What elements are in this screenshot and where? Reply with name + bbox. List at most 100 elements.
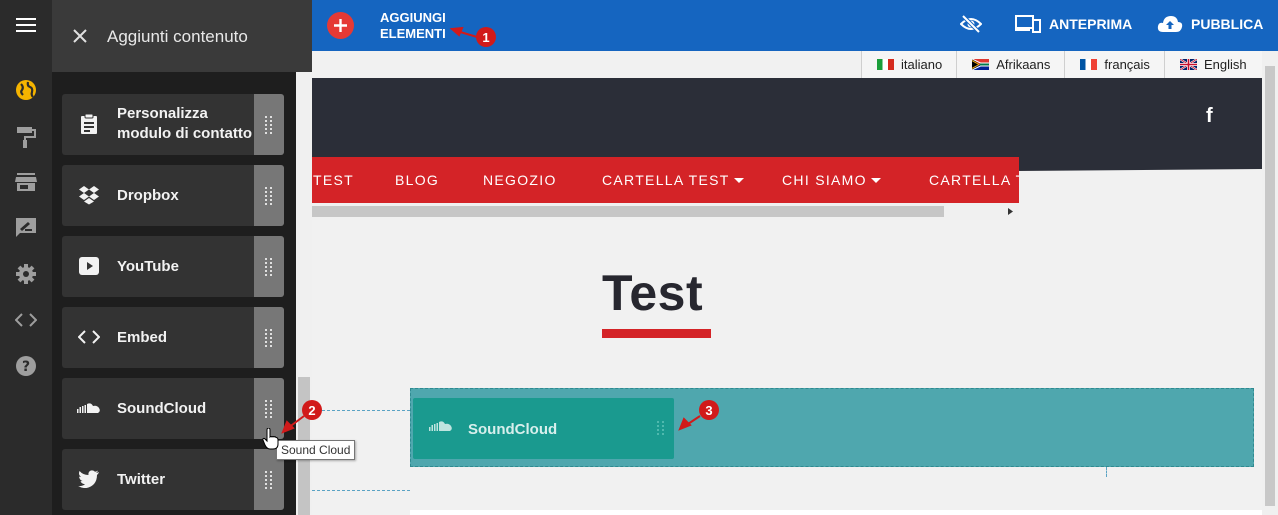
youtube-icon <box>77 254 101 278</box>
nav-item-blog[interactable]: BLOG <box>395 172 439 188</box>
lang-label: italiano <box>901 57 943 72</box>
lang-francais[interactable]: français <box>1064 51 1164 78</box>
publish-button[interactable]: PUBBLICA <box>1157 15 1263 33</box>
widget-label-line2: modulo di contatto <box>117 125 252 142</box>
twitter-icon <box>77 467 101 491</box>
nav-label: CHI SIAMO <box>782 172 867 188</box>
lang-italiano[interactable]: italiano <box>861 51 957 78</box>
store-icon[interactable] <box>14 170 38 194</box>
feedback-icon[interactable] <box>14 216 38 240</box>
close-icon[interactable] <box>68 24 92 48</box>
code-icon[interactable] <box>14 308 38 332</box>
paint-roller-icon[interactable] <box>14 125 38 149</box>
arrow-right-icon <box>1008 208 1013 215</box>
widget-label-line1: Personalizza <box>117 105 208 122</box>
grip-icon <box>265 399 272 418</box>
dropped-soundcloud-widget[interactable]: SoundCloud <box>413 398 674 459</box>
lang-afrikaans[interactable]: Afrikaans <box>956 51 1065 78</box>
widget-dropbox[interactable]: Dropbox <box>62 165 284 226</box>
grip-icon <box>657 421 664 435</box>
flag-gb-icon <box>1179 59 1197 70</box>
clipboard-icon <box>77 112 101 136</box>
language-bar: italiano Afrikaans français English <box>861 51 1264 78</box>
icon-rail: ? <box>0 0 52 515</box>
publish-label: PUBBLICA <box>1191 16 1264 32</box>
guide-line <box>1106 467 1107 477</box>
scrollbar-thumb[interactable] <box>1265 66 1275 506</box>
page-scrollbar[interactable] <box>1262 51 1278 515</box>
caret-down-icon <box>870 178 881 184</box>
grip-icon <box>265 115 272 134</box>
cloud-upload-icon <box>1157 16 1183 32</box>
nav-item-negozio[interactable]: NEGOZIO <box>483 172 557 188</box>
lang-label: English <box>1203 57 1247 72</box>
nav-item-chi-siamo[interactable]: CHI SIAMO <box>782 172 881 188</box>
grip-icon <box>265 470 272 489</box>
annotation-badge-3: 3 <box>699 400 719 420</box>
flag-fr-icon <box>1080 59 1098 70</box>
editor-topbar: AGGIUNGI ELEMENTI ANTEPRIMA PUBBLICA <box>312 0 1278 51</box>
drag-handle[interactable] <box>254 307 284 368</box>
flag-za-icon <box>972 59 990 70</box>
scrollbar-thumb[interactable] <box>312 206 944 217</box>
grip-icon <box>265 186 272 205</box>
grip-icon <box>265 328 272 347</box>
nav-item-test[interactable]: TEST <box>313 172 354 188</box>
hide-button[interactable] <box>960 15 982 33</box>
hand-cursor-icon <box>262 428 279 450</box>
drag-handle[interactable] <box>254 236 284 297</box>
plus-icon[interactable] <box>327 12 354 39</box>
code-icon <box>77 325 101 349</box>
caret-down-icon <box>733 178 744 184</box>
nav-item-cartella-test[interactable]: CARTELLA TEST <box>602 172 744 188</box>
widget-label: Twitter <box>117 471 166 488</box>
soundcloud-icon <box>77 396 101 420</box>
drag-handle[interactable] <box>254 165 284 226</box>
site-nav: TEST BLOG NEGOZIO CARTELLA TEST CHI SIAM… <box>312 157 1019 203</box>
menu-icon[interactable] <box>0 0 52 50</box>
annotation-badge-1: 1 <box>476 27 496 47</box>
widget-label: YouTube <box>117 258 179 275</box>
soundcloud-icon <box>429 421 452 431</box>
lang-english[interactable]: English <box>1163 51 1264 78</box>
eye-off-icon <box>960 15 982 33</box>
widget-label: SoundCloud <box>117 400 207 417</box>
widget-contact-form[interactable]: Personalizza modulo di contatto <box>62 94 284 155</box>
add-elements-line2: ELEMENTI <box>380 26 446 41</box>
lang-label: Afrikaans <box>996 57 1051 72</box>
guide-line <box>312 410 410 411</box>
flag-it-icon <box>877 59 894 70</box>
drag-handle[interactable] <box>254 94 284 155</box>
nav-item-cartella-test-2[interactable]: CARTELLA TEST <box>929 172 1019 188</box>
globe-icon[interactable] <box>14 78 38 102</box>
annotation-badge-2: 2 <box>302 400 322 420</box>
nav-label: CARTELLA TEST <box>602 172 730 188</box>
lang-label: français <box>1104 57 1150 72</box>
nav-scrollbar[interactable] <box>312 203 1019 220</box>
facebook-icon[interactable]: f <box>1206 105 1213 128</box>
widget-soundcloud[interactable]: SoundCloud <box>62 378 284 439</box>
preview-label: ANTEPRIMA <box>1049 16 1133 32</box>
widget-youtube[interactable]: YouTube <box>62 236 284 297</box>
content-block <box>410 510 1262 515</box>
widget-label: Embed <box>117 329 168 346</box>
widget-label: Dropbox <box>117 187 179 204</box>
svg-text:?: ? <box>22 359 30 375</box>
help-icon[interactable]: ? <box>14 354 38 378</box>
widget-embed[interactable]: Embed <box>62 307 284 368</box>
guide-line <box>312 490 410 491</box>
add-elements-button[interactable]: AGGIUNGI ELEMENTI <box>380 10 446 42</box>
grip-icon <box>265 257 272 276</box>
settings-icon[interactable] <box>14 262 38 286</box>
tooltip: Sound Cloud <box>276 440 356 460</box>
title-underline <box>602 329 711 338</box>
page-title: Test <box>602 265 704 321</box>
widget-twitter[interactable]: Twitter <box>62 449 284 510</box>
preview-button[interactable]: ANTEPRIMA <box>1015 15 1132 33</box>
add-elements-line1: AGGIUNGI <box>380 10 446 25</box>
devices-icon <box>1015 15 1041 33</box>
dropbox-icon <box>77 183 101 207</box>
dropped-widget-label: SoundCloud <box>468 421 558 438</box>
panel-title: Aggiunti contenuto <box>107 27 248 46</box>
panel-header: Aggiunti contenuto <box>52 0 312 72</box>
